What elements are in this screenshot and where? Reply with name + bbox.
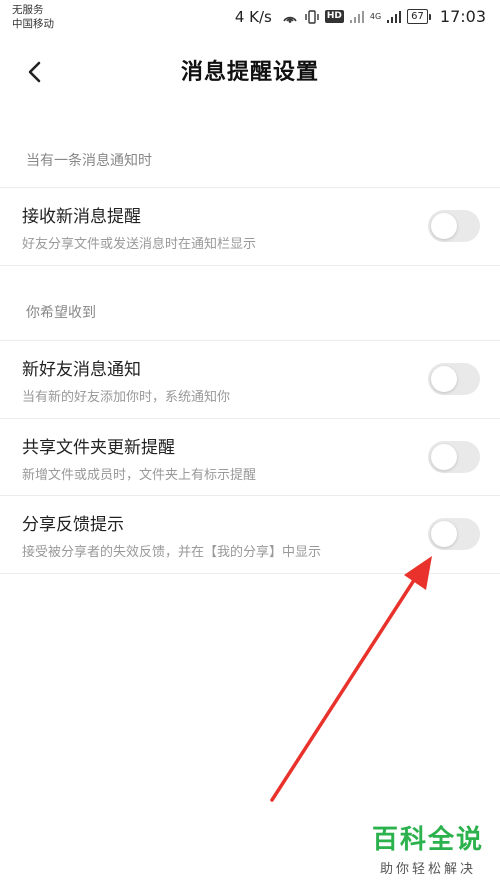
setting-title: 新好友消息通知 bbox=[22, 360, 141, 380]
battery-level: 67 bbox=[407, 9, 428, 24]
status-icons: 4 K/s HD 4G 67 17:03 bbox=[235, 7, 486, 26]
section-label-on-message: 当有一条消息通知时 bbox=[26, 153, 152, 169]
setting-description: 当有新的好友添加你时，系统通知你 bbox=[22, 390, 231, 405]
new-friend-notice-toggle[interactable] bbox=[428, 363, 480, 395]
hd-voice-icon: HD bbox=[324, 10, 344, 23]
net-speed: 4 K/s bbox=[234, 7, 272, 26]
setting-description: 新增文件或成员时，文件夹上有标示提醒 bbox=[22, 468, 257, 483]
shared-folder-update-toggle[interactable] bbox=[428, 441, 480, 473]
setting-description: 好友分享文件或发送消息时在通知栏显示 bbox=[22, 237, 257, 252]
page-title: 消息提醒设置 bbox=[180, 60, 319, 85]
setting-title: 分享反馈提示 bbox=[22, 515, 124, 535]
status-bar: 无服务 中国移动 4 K/s HD 4G 67 17:03 bbox=[0, 0, 500, 36]
setting-row-new-message-alert: 接收新消息提醒 好友分享文件或发送消息时在通知栏显示 bbox=[0, 188, 500, 265]
network-type-icon: 4G bbox=[369, 11, 382, 21]
toggle-knob bbox=[431, 521, 457, 547]
setting-title: 共享文件夹更新提醒 bbox=[22, 438, 175, 458]
setting-row-shared-folder-update: 共享文件夹更新提醒 新增文件或成员时，文件夹上有标示提醒 bbox=[0, 419, 500, 496]
watermark-logo: 百科全说 助你轻松解决 bbox=[372, 819, 484, 877]
carrier-name: 中国移动 bbox=[12, 18, 54, 30]
watermark-main: 百科全说 bbox=[371, 825, 484, 855]
toggle-knob bbox=[431, 366, 457, 392]
setting-row-share-feedback: 分享反馈提示 接受被分享者的失效反馈，并在【我的分享】中显示 bbox=[0, 496, 500, 573]
section-label-you-want: 你希望收到 bbox=[26, 305, 96, 321]
divider bbox=[0, 265, 500, 266]
carrier-info: 无服务 中国移动 bbox=[12, 3, 54, 31]
toggle-knob bbox=[431, 213, 457, 239]
toggle-knob bbox=[431, 444, 457, 470]
new-message-alert-toggle[interactable] bbox=[428, 210, 480, 242]
share-feedback-toggle[interactable] bbox=[428, 518, 480, 550]
divider bbox=[0, 573, 500, 574]
setting-row-new-friend-notice: 新好友消息通知 当有新的好友添加你时，系统通知你 bbox=[0, 341, 500, 418]
hotspot-icon bbox=[281, 9, 299, 25]
setting-title: 接收新消息提醒 bbox=[22, 207, 141, 227]
page-header: 消息提醒设置 bbox=[0, 40, 500, 104]
watermark-sub: 助你轻松解决 bbox=[379, 862, 476, 877]
battery-icon: 67 bbox=[407, 9, 431, 24]
signal-no-service-icon bbox=[349, 10, 365, 24]
setting-description: 接受被分享者的失效反馈，并在【我的分享】中显示 bbox=[22, 545, 322, 560]
signal-strength-icon bbox=[386, 10, 402, 24]
vibrate-icon bbox=[304, 9, 320, 25]
carrier-status: 无服务 bbox=[12, 4, 44, 16]
clock: 17:03 bbox=[439, 7, 486, 26]
